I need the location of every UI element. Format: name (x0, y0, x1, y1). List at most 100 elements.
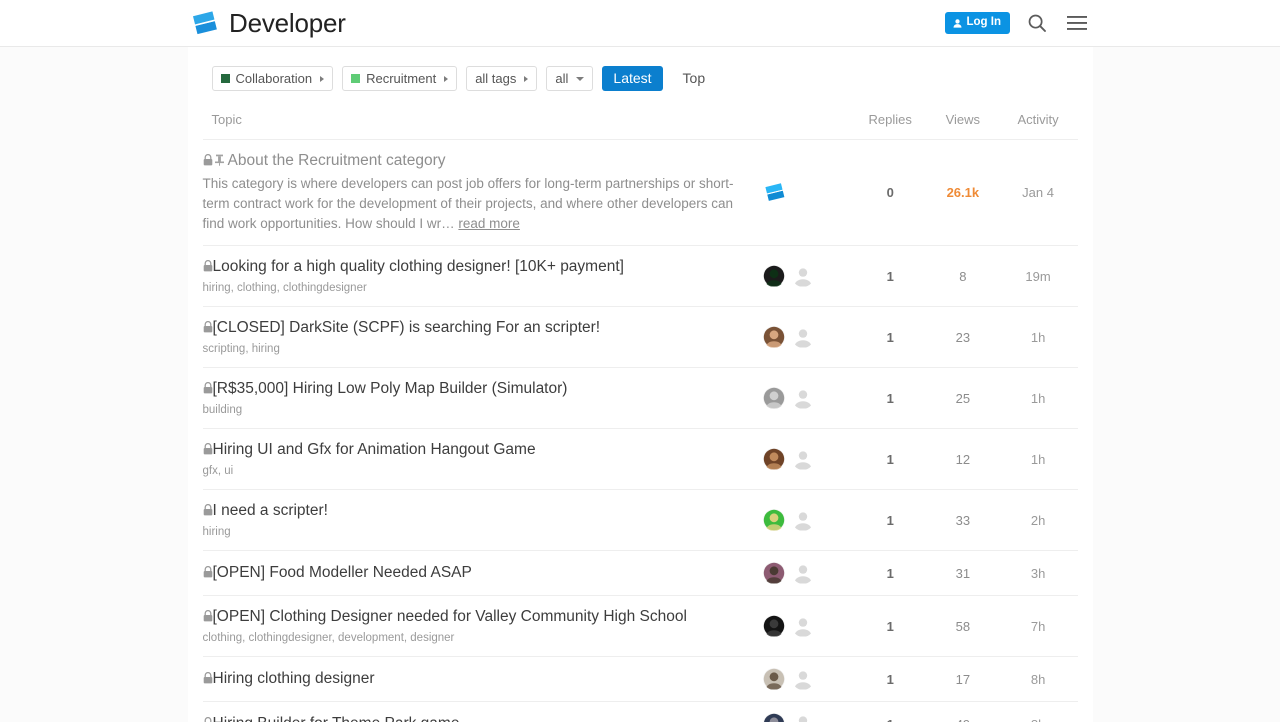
replies-count[interactable]: 1 (853, 596, 927, 657)
login-button[interactable]: Log In (944, 12, 1010, 34)
posters-list (761, 509, 853, 531)
anonymous-poster-avatar[interactable] (792, 326, 814, 348)
topic-title-link[interactable]: Hiring Builder for Theme Park game (203, 714, 762, 722)
topic-title-link[interactable]: Looking for a high quality clothing desi… (203, 257, 762, 278)
tab-top[interactable]: Top (672, 66, 717, 91)
table-row[interactable]: Hiring clothing designer 1 17 8h (202, 657, 1078, 702)
original-poster-avatar[interactable] (763, 265, 786, 287)
replies-count[interactable]: 1 (853, 702, 927, 722)
column-header-topic[interactable]: Topic (202, 104, 762, 140)
anonymous-poster-avatar[interactable] (792, 387, 814, 409)
lock-icon (203, 671, 213, 688)
views-count: 17 (955, 671, 971, 687)
read-more-link[interactable]: read more (458, 216, 520, 231)
replies-count[interactable]: 1 (853, 657, 927, 702)
topic-tags[interactable]: hiring (203, 525, 762, 539)
anonymous-poster-avatar[interactable] (792, 668, 814, 690)
tags-filter-label: all tags (475, 71, 517, 86)
column-header-views[interactable]: Views (927, 104, 999, 140)
original-poster-avatar[interactable] (763, 562, 786, 584)
original-poster-avatar[interactable] (763, 326, 786, 348)
posters-list (761, 326, 853, 348)
topic-tags[interactable]: scripting, hiring (203, 342, 762, 356)
lock-icon (203, 153, 213, 170)
activity-time[interactable]: 19m (999, 246, 1078, 307)
search-icon[interactable] (1024, 10, 1050, 36)
posters-cell (761, 490, 853, 551)
table-row[interactable]: [R$35,000] Hiring Low Poly Map Builder (… (202, 368, 1078, 429)
posters-cell (761, 246, 853, 307)
replies-count[interactable]: 1 (853, 307, 927, 368)
tab-latest[interactable]: Latest (602, 66, 663, 91)
topic-title-link[interactable]: [CLOSED] DarkSite (SCPF) is searching Fo… (203, 318, 762, 339)
original-poster-avatar[interactable] (763, 615, 786, 637)
topic-tags[interactable]: hiring, clothing, clothingdesigner (203, 281, 762, 295)
topic-title-link[interactable]: About the Recruitment category (203, 151, 762, 172)
topic-tags[interactable]: clothing, clothingdesigner, development,… (203, 631, 762, 645)
topic-title-link[interactable]: [R$35,000] Hiring Low Poly Map Builder (… (203, 379, 762, 400)
column-header-activity[interactable]: Activity (998, 104, 1078, 140)
table-row[interactable]: Looking for a high quality clothing desi… (202, 246, 1078, 307)
activity-time[interactable]: 2h (999, 490, 1078, 551)
anonymous-poster-avatar[interactable] (792, 615, 814, 637)
replies-count[interactable]: 1 (853, 551, 927, 596)
lock-icon (203, 259, 213, 276)
activity-time[interactable]: 1h (999, 429, 1078, 490)
activity-time[interactable]: 3h (999, 551, 1078, 596)
chevron-right-icon (444, 75, 449, 82)
table-header-row: Topic Replies Views Activity (202, 104, 1078, 140)
original-poster-avatar[interactable] (763, 509, 786, 531)
topic-cell: Hiring clothing designer (203, 657, 762, 702)
brand-home-link[interactable]: Developer (190, 10, 346, 36)
topic-title-link[interactable]: [OPEN] Food Modeller Needed ASAP (203, 563, 762, 584)
hamburger-menu-icon[interactable] (1064, 10, 1090, 36)
anonymous-poster-avatar[interactable] (792, 509, 814, 531)
all-filter[interactable]: all (546, 66, 594, 91)
activity-time[interactable]: 7h (999, 596, 1078, 657)
table-row[interactable]: Hiring UI and Gfx for Animation Hangout … (202, 429, 1078, 490)
anonymous-poster-avatar[interactable] (792, 448, 814, 470)
activity-time[interactable]: 8h (999, 657, 1078, 702)
views-count: 8 (959, 268, 967, 284)
table-row[interactable]: Hiring Builder for Theme Park game 1498h (203, 702, 1078, 722)
views-count: 31 (955, 565, 971, 581)
posters-list (761, 562, 853, 584)
lock-icon (203, 609, 213, 626)
original-poster-avatar[interactable] (763, 387, 786, 409)
replies-count[interactable]: 1 (853, 246, 927, 307)
topic-title-link[interactable]: Hiring UI and Gfx for Animation Hangout … (203, 440, 762, 461)
topic-title-text: [OPEN] Food Modeller Needed ASAP (212, 563, 472, 581)
original-poster-avatar[interactable] (763, 713, 786, 722)
category-filter-collaboration[interactable]: Collaboration (211, 66, 334, 91)
anonymous-poster-avatar[interactable] (792, 265, 814, 287)
activity-time[interactable]: 8h (999, 702, 1078, 722)
table-row[interactable]: [OPEN] Clothing Designer needed for Vall… (202, 596, 1078, 657)
activity-time[interactable]: 1h (999, 307, 1078, 368)
original-poster-avatar[interactable] (763, 668, 786, 690)
tags-filter[interactable]: all tags (466, 66, 538, 91)
replies-count[interactable]: 1 (853, 429, 927, 490)
anonymous-poster-avatar[interactable] (792, 713, 814, 722)
replies-count[interactable]: 1 (853, 490, 927, 551)
activity-time[interactable]: Jan 4 (999, 140, 1078, 246)
table-row[interactable]: [OPEN] Food Modeller Needed ASAP 1 31 3h (202, 551, 1078, 596)
posters-list (761, 615, 853, 637)
topic-tags[interactable]: building (203, 403, 762, 417)
column-header-replies[interactable]: Replies (853, 104, 928, 140)
replies-count[interactable]: 1 (853, 368, 927, 429)
activity-time[interactable]: 1h (999, 368, 1078, 429)
topic-title-link[interactable]: I need a scripter! (203, 501, 762, 522)
replies-count[interactable]: 0 (853, 140, 927, 246)
topic-title-link[interactable]: [OPEN] Clothing Designer needed for Vall… (203, 607, 762, 628)
main-content: Collaboration Recruitment all tags all L… (187, 47, 1093, 722)
original-poster-avatar[interactable] (763, 448, 786, 470)
anonymous-poster-avatar[interactable] (792, 562, 814, 584)
topic-tags[interactable]: gfx, ui (203, 464, 762, 478)
table-row-pinned[interactable]: About the Recruitment category This categ… (202, 140, 1078, 246)
table-row[interactable]: [CLOSED] DarkSite (SCPF) is searching Fo… (202, 307, 1078, 368)
category-filter-recruitment[interactable]: Recruitment (342, 66, 458, 91)
chevron-down-icon (576, 76, 585, 81)
table-row[interactable]: I need a scripter! hiring 1 33 2h (202, 490, 1078, 551)
topic-title-link[interactable]: Hiring clothing designer (203, 669, 762, 690)
topic-cell: [R$35,000] Hiring Low Poly Map Builder (… (203, 368, 762, 429)
